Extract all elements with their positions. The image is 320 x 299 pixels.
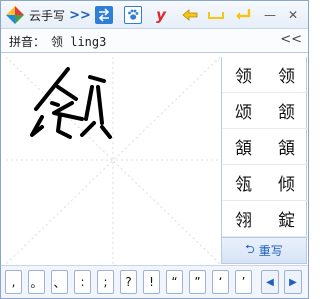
candidate-6[interactable]: 頷 — [265, 129, 308, 165]
paw-icon[interactable] — [124, 6, 142, 24]
punct-key[interactable]: ? — [120, 270, 137, 294]
punct-key[interactable]: ; — [97, 270, 114, 294]
enter-icon[interactable] — [234, 6, 252, 24]
enter-arrow-icon — [236, 9, 251, 20]
pinyin-value: 领 ling3 — [51, 35, 107, 49]
switch-mode-icon[interactable] — [95, 6, 113, 24]
writing-pad[interactable] — [6, 57, 220, 264]
candidate-1[interactable]: 领 — [222, 57, 265, 93]
collapse-icon[interactable]: << — [280, 32, 302, 47]
swap-arrows-icon — [98, 8, 110, 22]
punctuation-bar: , 。 、 : ; ? ! “ ” ‘ ’ ◀ ▶ — [1, 265, 308, 298]
candidate-8[interactable]: 倾 — [265, 165, 308, 201]
title-bar[interactable]: 云手写 >> y — ✕ — [1, 1, 308, 29]
punct-key[interactable]: 、 — [51, 270, 68, 294]
punct-key[interactable]: : — [74, 270, 91, 294]
prev-page-icon[interactable]: ◀ — [261, 270, 279, 294]
ink-strokes — [30, 67, 112, 139]
close-icon[interactable]: ✕ — [284, 6, 302, 24]
candidate-4[interactable]: 颔 — [265, 93, 308, 129]
y-icon[interactable]: y — [152, 6, 170, 24]
rewrite-label: 重写 — [258, 244, 283, 258]
paw-glyph-icon — [128, 9, 139, 20]
app-title: 云手写 — [29, 9, 66, 23]
punct-key[interactable]: ” — [189, 270, 206, 294]
pinyin-bar: 拼音： 领 ling3 << — [1, 29, 308, 53]
candidate-5[interactable]: 頷 — [222, 129, 265, 165]
candidate-list: 领 领 颂 颔 頷 頷 瓴 倾 翎 錠 — [221, 57, 308, 237]
minimize-icon[interactable]: — — [261, 6, 279, 24]
expand-icon[interactable]: >> — [69, 6, 91, 24]
punct-key[interactable]: ‘ — [212, 270, 229, 294]
candidate-10[interactable]: 錠 — [265, 201, 308, 237]
punct-key[interactable]: 。 — [28, 270, 45, 294]
writing-canvas[interactable] — [6, 57, 220, 264]
candidate-7[interactable]: 瓴 — [222, 165, 265, 201]
punct-key[interactable]: ! — [143, 270, 160, 294]
punct-key[interactable]: “ — [166, 270, 183, 294]
app-logo-icon — [6, 6, 24, 24]
space-icon[interactable] — [207, 6, 225, 24]
space-bar-icon — [208, 12, 224, 19]
undo-arrow-icon: ⮌ — [245, 242, 255, 256]
candidate-9[interactable]: 翎 — [222, 201, 265, 237]
candidate-3[interactable]: 颂 — [222, 93, 265, 129]
guide-lines — [6, 57, 220, 264]
candidate-2[interactable]: 领 — [265, 57, 308, 93]
punct-key[interactable]: , — [5, 270, 22, 294]
punct-key[interactable]: ’ — [235, 270, 252, 294]
pinyin-label: 拼音： — [9, 35, 46, 49]
next-page-icon[interactable]: ▶ — [284, 270, 302, 294]
rewrite-button[interactable]: ⮌ 重写 — [221, 237, 307, 264]
handwriting-window: 云手写 >> y — ✕ 拼音： 领 ling3 << 领 领 颂 颔 頷 頷 … — [0, 0, 309, 299]
backspace-icon[interactable] — [181, 6, 199, 24]
left-arrow-icon — [182, 9, 198, 21]
